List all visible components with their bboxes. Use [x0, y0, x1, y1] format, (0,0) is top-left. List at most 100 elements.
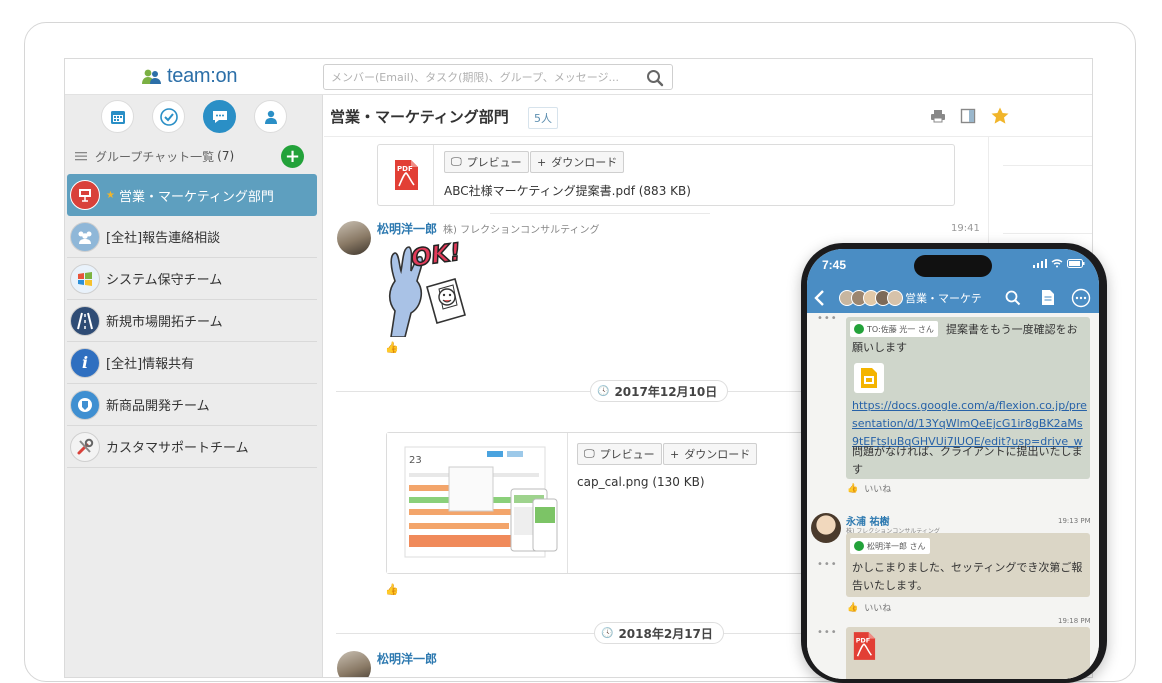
tools-icon [77, 438, 94, 454]
more-dots[interactable]: ••• [817, 313, 838, 324]
avatar[interactable] [811, 513, 841, 543]
group-list-label: グループチャット一覧 [95, 149, 215, 164]
dynamic-island [914, 255, 992, 277]
list-icon [75, 152, 87, 161]
clock-icon: 🕓 [601, 627, 614, 639]
more-dots[interactable]: ••• [817, 559, 838, 570]
group-avatar [70, 389, 100, 420]
top-bar: team:on [65, 59, 1092, 95]
group-name: 新規市場開拓チーム [106, 315, 223, 330]
member-count-badge[interactable]: 5人 [528, 107, 558, 129]
sidebar: グループチャット一覧 (7) + ★ 営業・マーケティング部門 [全社]報告連絡… [65, 95, 323, 677]
group-list-header: グループチャット一覧 (7) [75, 145, 315, 167]
message-author[interactable]: 松明洋一郎 [377, 220, 437, 237]
pdf-file-icon[interactable]: PDF [852, 631, 876, 661]
nav-chat[interactable] [203, 100, 236, 133]
group-item-report[interactable]: [全社]報告連絡相談 [67, 216, 317, 258]
like-button[interactable]: 👍 いいね [847, 601, 892, 615]
like-button[interactable]: 👍 [385, 583, 399, 596]
group-count: (7) [217, 149, 235, 163]
global-search[interactable] [323, 64, 673, 90]
group-name: [全社]情報共有 [106, 357, 195, 372]
group-item-new-market[interactable]: 新規市場開拓チーム [67, 300, 317, 342]
group-item-info-share[interactable]: i [全社]情報共有 [67, 342, 317, 384]
group-item-product-dev[interactable]: 新商品開発チーム [67, 384, 317, 426]
download-label: ダウンロード [551, 156, 618, 169]
nav-calendar[interactable] [101, 100, 134, 133]
preview-button[interactable]: 🖵 プレビュー [444, 151, 529, 173]
nav-members[interactable] [254, 100, 287, 133]
monitor-icon: 🖵 [584, 447, 595, 460]
pdf-file-icon: PDF [394, 160, 418, 190]
message-author[interactable]: 松明洋一郎 [377, 650, 437, 667]
status-bar: 7:45 [807, 249, 1099, 283]
group-name: システム保守チーム [106, 273, 223, 288]
plus-icon: + [284, 145, 301, 167]
preview-button[interactable]: 🖵 プレビュー [577, 443, 662, 465]
logo-text: team:on [167, 65, 238, 87]
message-bubble: TO:佐藤 光一 さん 提案書をもう一度確認をお願いします https://do… [846, 317, 1090, 479]
group-item-customer-support[interactable]: カスタマサポートチーム [67, 426, 317, 468]
nav-tasks[interactable] [152, 100, 185, 133]
star-icon[interactable] [990, 106, 1010, 126]
download-button[interactable]: + ダウンロード [663, 443, 758, 465]
group-item-system[interactable]: システム保守チーム [67, 258, 317, 300]
info-icon: i [81, 353, 89, 372]
preview-label: プレビュー [599, 448, 655, 461]
message-bubble: PDF [846, 627, 1090, 679]
group-avatar [70, 305, 100, 336]
svg-text:PDF: PDF [397, 165, 413, 173]
download-button[interactable]: + ダウンロード [530, 151, 625, 173]
group-avatar [70, 180, 100, 210]
group-avatar: i [70, 347, 100, 378]
group-avatar [70, 221, 100, 252]
group-name: 営業・マーケティング部門 [118, 189, 274, 205]
group-item-sales-marketing[interactable]: ★ 営業・マーケティング部門 [67, 174, 317, 216]
logo[interactable]: team:on [141, 65, 237, 88]
message-text: 提案書をもう一度確認をお願いします [852, 323, 1078, 354]
preview-label: プレビュー [466, 156, 522, 169]
person-icon [264, 110, 277, 124]
road-icon [77, 312, 93, 329]
file-name[interactable]: ABC社様マーケティング提案書.pdf (883 KB) [444, 182, 691, 199]
split-panel-icon[interactable] [960, 108, 976, 124]
avatar[interactable] [337, 221, 371, 255]
group-list: ★ 営業・マーケティング部門 [全社]報告連絡相談 システム保守チーム 新規市場… [67, 174, 317, 468]
calendar-screenshot-thumb: 23 [404, 446, 558, 558]
more-dots[interactable]: ••• [817, 627, 838, 638]
document-icon[interactable] [1041, 289, 1055, 306]
like-label: いいね [864, 604, 892, 614]
windows-icon [78, 271, 92, 286]
room-header: 営業・マーケティング部門 5人 [324, 95, 1092, 137]
like-button[interactable]: 👍 [385, 341, 399, 354]
search-input[interactable] [324, 65, 639, 89]
file-name[interactable]: cap_cal.png (130 KB) [577, 475, 705, 489]
group-avatar [70, 263, 100, 294]
search-icon[interactable] [646, 69, 664, 87]
message-time: 19:41 [951, 223, 980, 234]
thumbs-up-icon: 👍 [847, 602, 859, 613]
print-icon[interactable] [930, 108, 946, 124]
chat-bubble-icon [212, 110, 227, 123]
svg-text:PDF: PDF [856, 636, 871, 644]
google-slides-icon[interactable] [854, 363, 884, 393]
add-group-button[interactable]: + [281, 145, 304, 168]
group-avatar [70, 431, 100, 462]
people-icon [78, 231, 92, 244]
more-icon[interactable] [1071, 288, 1091, 308]
arrow-icon [854, 541, 864, 551]
wifi-icon [1051, 259, 1063, 268]
back-chevron-icon[interactable] [813, 289, 825, 307]
to-chip[interactable]: 松明洋一郎 さん [850, 538, 930, 554]
date-divider: 🕓 2017年12月10日 [590, 380, 729, 402]
plus-icon: + [670, 447, 680, 461]
image-thumb[interactable]: 23 [387, 433, 568, 573]
group-name: [全社]報告連絡相談 [106, 231, 221, 246]
search-icon[interactable] [1005, 290, 1021, 306]
avatar[interactable] [337, 651, 371, 677]
status-time: 7:45 [822, 258, 847, 272]
like-button[interactable]: 👍 いいね [847, 482, 891, 496]
star-icon: ★ [106, 189, 115, 201]
slides-file-icon [861, 368, 877, 388]
pdf-thumb[interactable]: PDF [378, 145, 434, 205]
